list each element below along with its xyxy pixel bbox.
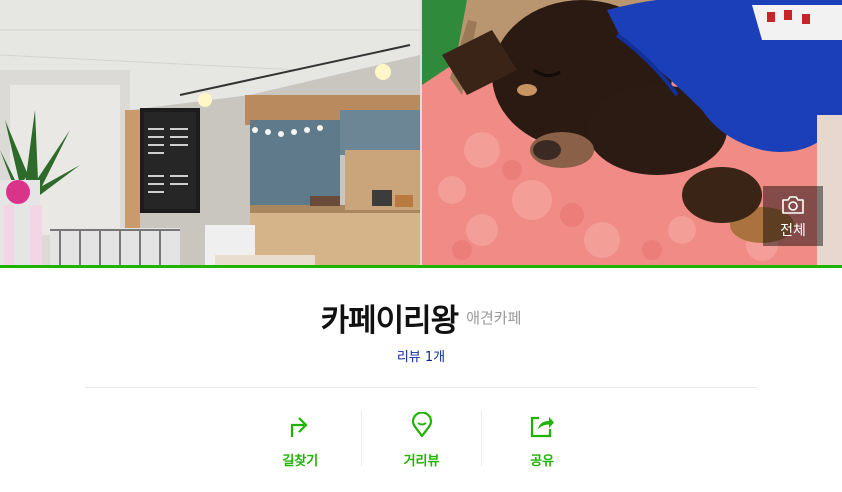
street-view-pin-icon xyxy=(409,411,435,438)
cafe-interior-photo[interactable] xyxy=(0,0,420,265)
share-label: 공유 xyxy=(530,454,555,469)
directions-label: 길찾기 xyxy=(282,454,319,469)
share-icon xyxy=(529,412,555,438)
street-view-button[interactable]: 거리뷰 xyxy=(360,410,482,469)
directions-button[interactable]: 길찾기 xyxy=(240,410,361,469)
section-divider xyxy=(85,387,757,388)
share-button[interactable]: 공유 xyxy=(481,410,602,469)
street-view-label: 거리뷰 xyxy=(403,454,440,469)
place-category: 애견카페 xyxy=(466,309,522,327)
view-all-label: 전체 xyxy=(780,223,806,239)
photo-gallery[interactable]: 전체 xyxy=(0,0,842,265)
directions-icon xyxy=(287,412,313,438)
place-name: 카페이리왕 xyxy=(320,303,460,339)
camera-icon xyxy=(781,195,805,219)
accent-divider xyxy=(0,265,842,268)
view-all-photos-button[interactable]: 전체 xyxy=(763,186,823,246)
action-bar: 길찾기 거리뷰 공유 xyxy=(240,410,602,469)
place-header: 카페이리왕 애견카페 xyxy=(0,295,842,340)
review-count-link[interactable]: 리뷰 1개 xyxy=(0,346,842,365)
